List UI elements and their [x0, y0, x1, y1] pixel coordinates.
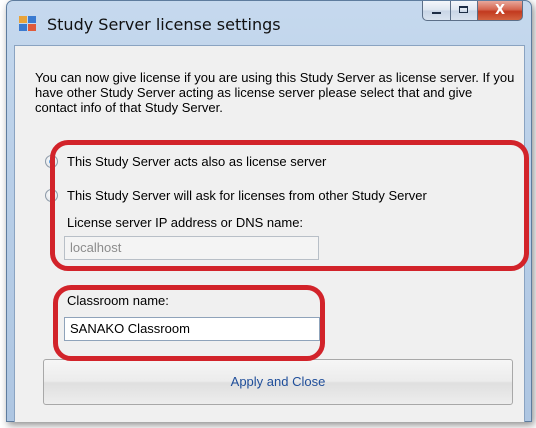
radio-option-label: This Study Server acts also as license s… [67, 154, 327, 169]
apply-and-close-button[interactable]: Apply and Close [43, 359, 513, 405]
maximize-icon [459, 6, 468, 13]
dialog-content: You can now give license if you are usin… [14, 45, 525, 422]
radio-button-unselected[interactable] [45, 189, 58, 202]
radio-option-label: This Study Server will ask for licenses … [67, 188, 427, 203]
close-icon: X [494, 3, 506, 18]
license-server-address-label: License server IP address or DNS name: [67, 215, 304, 230]
intro-text: You can now give license if you are usin… [35, 70, 515, 115]
license-server-address-input[interactable]: localhost [64, 236, 319, 260]
minimize-icon [432, 12, 441, 14]
maximize-button[interactable] [450, 1, 477, 21]
radio-button-selected[interactable] [45, 155, 58, 168]
window-title: Study Server license settings [47, 15, 281, 34]
classroom-name-input[interactable]: SANAKO Classroom [64, 317, 320, 341]
app-window-icon [19, 16, 37, 32]
classroom-name-label: Classroom name: [67, 293, 169, 308]
radio-selected-dot [49, 159, 54, 164]
screenshot-canvas: Study Server license settings X You can … [0, 0, 536, 428]
title-bar[interactable]: Study Server license settings X [7, 1, 531, 45]
minimize-button[interactable] [422, 1, 450, 21]
license-settings-window: Study Server license settings X You can … [6, 0, 532, 422]
close-button[interactable]: X [477, 1, 523, 21]
caption-buttons: X [422, 1, 523, 23]
